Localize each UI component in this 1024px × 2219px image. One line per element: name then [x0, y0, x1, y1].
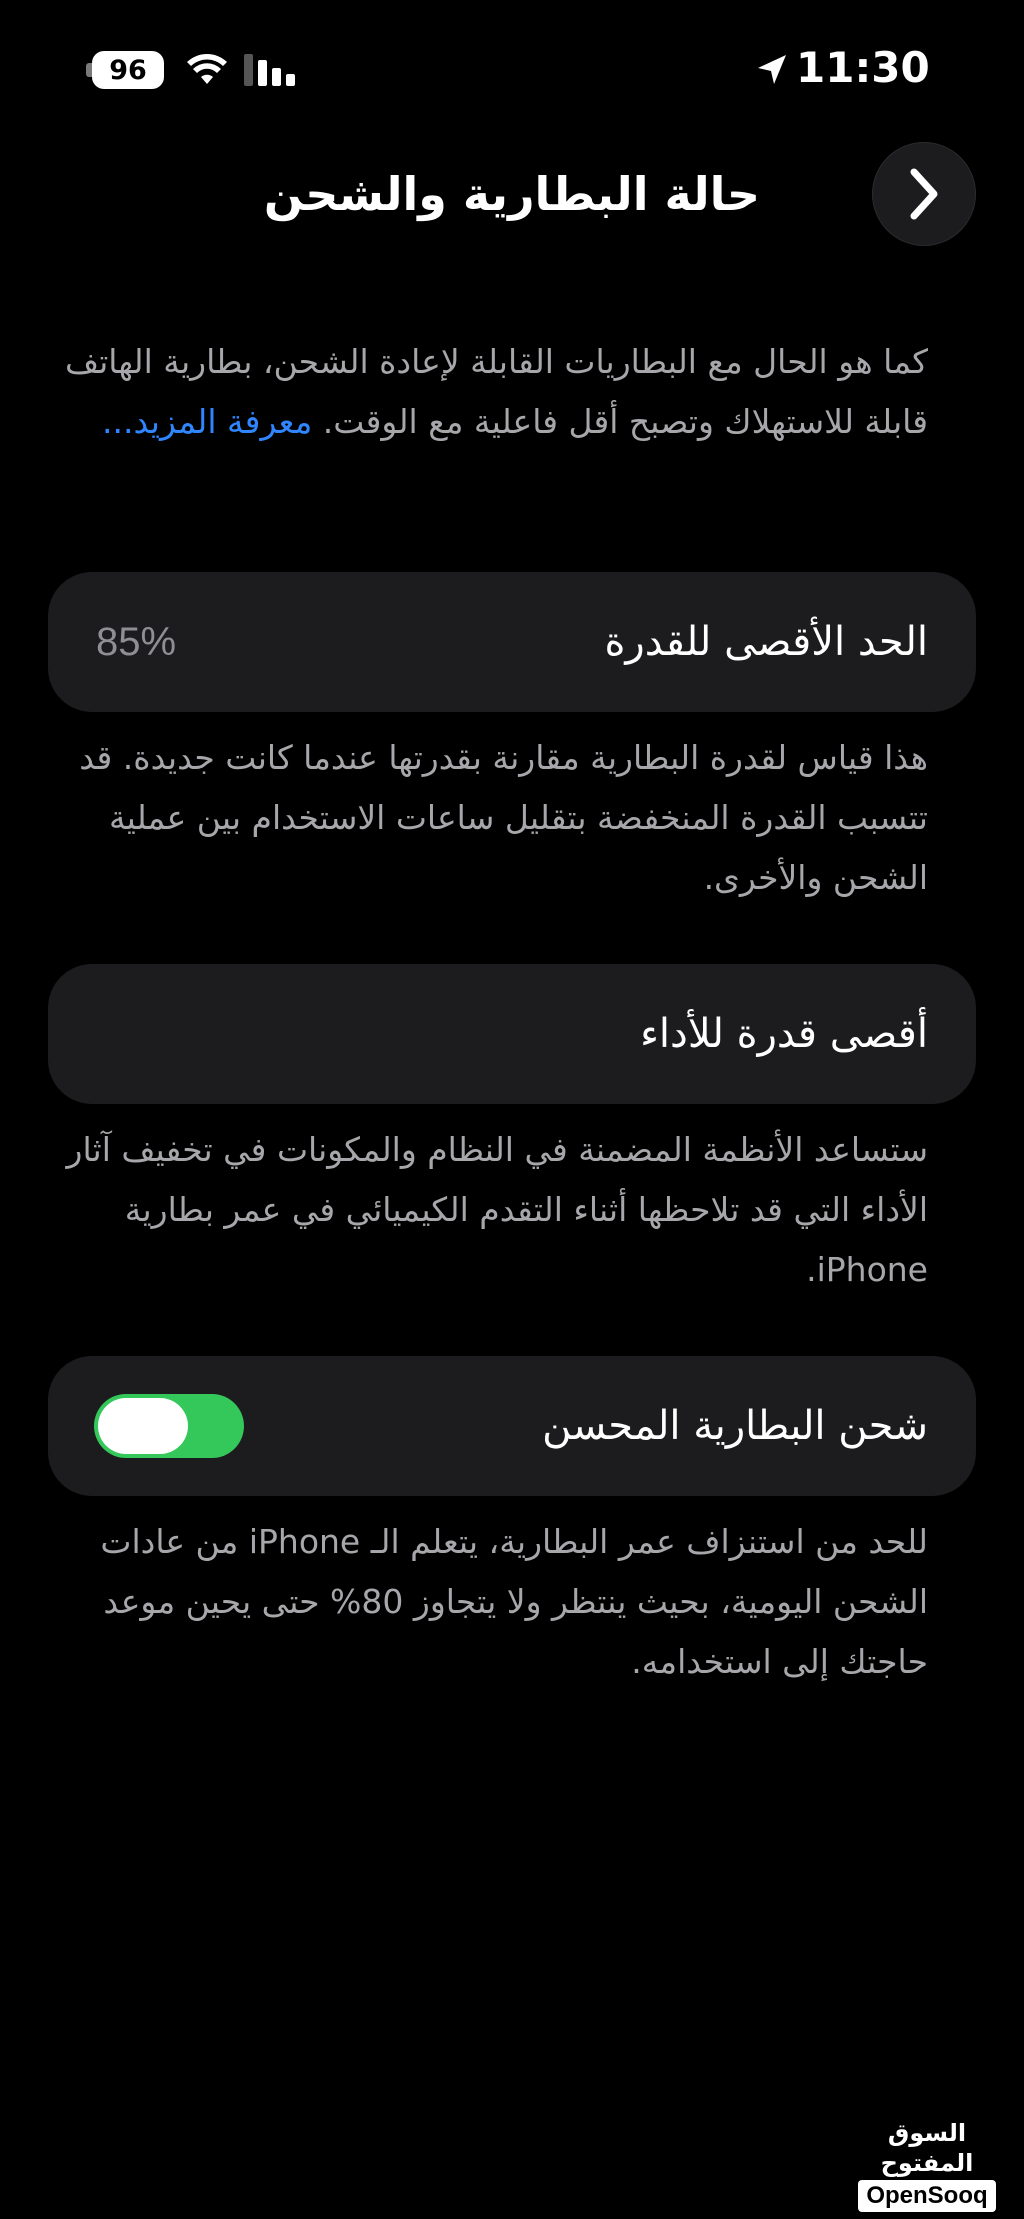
learn-more-link[interactable]: معرفة المزيد... [102, 402, 312, 441]
peak-performance-label: أقصى قدرة للأداء [640, 1011, 928, 1057]
max-capacity-value: 85% [96, 620, 177, 664]
wifi-icon [187, 54, 227, 84]
optimized-charging-row: شحن البطارية المحسن [48, 1356, 976, 1496]
optimized-charging-toggle[interactable] [94, 1394, 244, 1458]
max-capacity-description: هذا قياس لقدرة البطارية مقارنة بقدرتها ع… [79, 738, 928, 897]
optimized-charging-description: للحد من استنزاف عمر البطارية، يتعلم الـ … [100, 1522, 928, 1681]
battery-indicator: 96 [92, 51, 164, 89]
watermark-arabic: السوق المفتوح [880, 2119, 974, 2177]
peak-performance-row[interactable]: أقصى قدرة للأداء [48, 964, 976, 1104]
battery-level: 96 [109, 54, 147, 86]
page-title: حالة البطارية والشحن [263, 167, 761, 221]
back-button[interactable] [872, 142, 976, 246]
intro-text: كما هو الحال مع البطاريات القابلة لإعادة… [48, 332, 928, 452]
cellular-signal-icon [244, 54, 295, 86]
optimized-charging-label: شحن البطارية المحسن [542, 1403, 928, 1449]
max-capacity-label: الحد الأقصى للقدرة [604, 619, 928, 665]
status-time: 11:30 [796, 43, 930, 92]
status-bar: 96 11:30 [0, 0, 1024, 140]
location-arrow-icon [758, 55, 786, 84]
chevron-right-icon [910, 168, 938, 220]
watermark-english: OpenSooq [858, 2180, 996, 2212]
toggle-knob [98, 1398, 188, 1454]
peak-performance-description: ستساعد الأنظمة المضمنة في النظام والمكون… [66, 1130, 928, 1289]
opensooq-watermark: السوق المفتوح OpenSooq [852, 2118, 1002, 2212]
max-capacity-row: الحد الأقصى للقدرة 85% [48, 572, 976, 712]
